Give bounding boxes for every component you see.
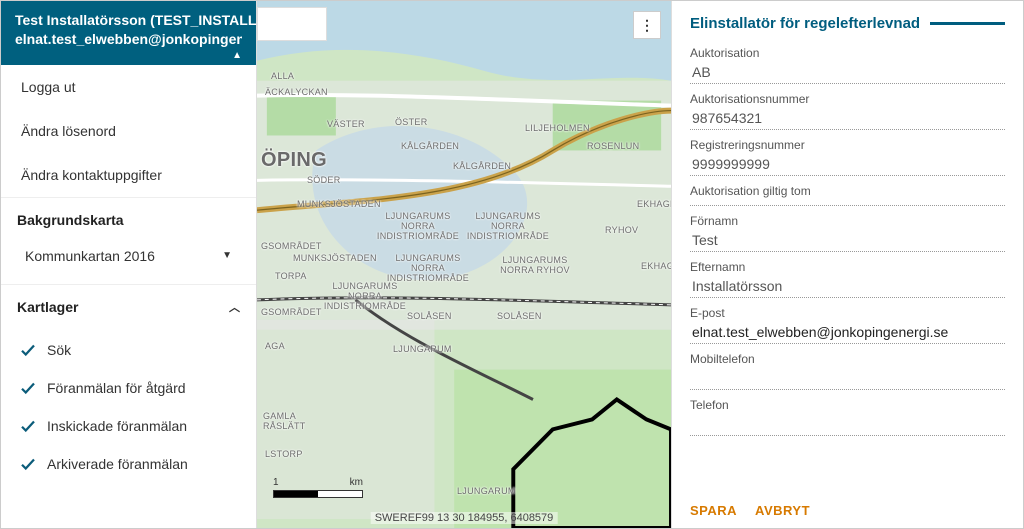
scalebar-bar <box>273 490 363 498</box>
layer-item-foranmalan-atgard[interactable]: Föranmälan för åtgärd <box>11 369 252 407</box>
map-layer-box[interactable] <box>257 7 327 41</box>
check-icon <box>19 417 37 435</box>
divider <box>690 83 1005 84</box>
map-svg <box>257 1 671 528</box>
sidebar-user-header[interactable]: Test Installatörsson (TEST_INSTALLER) el… <box>1 1 256 65</box>
field-auth: Auktorisation AB <box>690 46 1005 84</box>
save-button[interactable]: SPARA <box>690 503 737 518</box>
check-icon <box>19 341 37 359</box>
field-firstname: Förnamn Test <box>690 214 1005 252</box>
basemap-dropdown[interactable]: Kommunkartan 2016 ▼ <box>17 238 240 274</box>
map-coordinates: SWEREF99 13 30 184955, 6408579 <box>371 512 558 524</box>
divider <box>690 205 1005 206</box>
layers-title-label: Kartlager <box>17 299 78 315</box>
label-firstname: Förnamn <box>690 214 1005 228</box>
layer-label: Arkiverade föranmälan <box>47 456 188 472</box>
chevron-up-icon: ︿ <box>229 299 240 315</box>
app-root: Test Installatörsson (TEST_INSTALLER) el… <box>0 0 1024 529</box>
check-icon <box>19 455 37 473</box>
label-lastname: Efternamn <box>690 260 1005 274</box>
field-valid: Auktorisation giltig tom <box>690 184 1005 206</box>
account-menu: Logga ut Ändra lösenord Ändra kontaktupp… <box>1 65 256 198</box>
layer-list: Sök Föranmälan för åtgärd Inskickade för… <box>1 325 256 483</box>
panel-title-line <box>930 22 1005 25</box>
divider <box>690 389 1005 390</box>
chevron-down-icon: ▼ <box>222 250 232 261</box>
value-regnum: 9999999999 <box>690 153 1005 175</box>
layers-section-title[interactable]: Kartlager ︿ <box>1 285 256 325</box>
layer-label: Föranmälan för åtgärd <box>47 380 186 396</box>
basemap-section-title: Bakgrundskarta <box>1 198 256 238</box>
label-valid: Auktorisation giltig tom <box>690 184 1005 198</box>
label-mobile: Mobiltelefon <box>690 352 1005 366</box>
layer-item-arkiverade[interactable]: Arkiverade föranmälan <box>11 445 252 483</box>
value-auth: AB <box>690 61 1005 83</box>
field-authnum: Auktorisationsnummer 987654321 <box>690 92 1005 130</box>
label-email: E-post <box>690 306 1005 320</box>
value-firstname: Test <box>690 229 1005 251</box>
divider <box>690 129 1005 130</box>
details-panel: Elinstallatör för regelefterlevnad Aukto… <box>671 1 1023 528</box>
field-phone[interactable]: Telefon <box>690 398 1005 436</box>
label-authnum: Auktorisationsnummer <box>690 92 1005 106</box>
cancel-button[interactable]: AVBRYT <box>755 503 810 518</box>
scale-value: 1 <box>273 477 279 488</box>
basemap-title-label: Bakgrundskarta <box>17 212 124 228</box>
field-mobile[interactable]: Mobiltelefon <box>690 352 1005 390</box>
menu-change-password[interactable]: Ändra lösenord <box>1 109 256 153</box>
field-regnum: Registreringsnummer 9999999999 <box>690 138 1005 176</box>
basemap-selected: Kommunkartan 2016 <box>25 248 155 264</box>
field-email[interactable]: E-post <box>690 306 1005 344</box>
layer-item-search[interactable]: Sök <box>11 331 252 369</box>
field-lastname: Efternamn Installatörsson <box>690 260 1005 298</box>
panel-title-row: Elinstallatör för regelefterlevnad <box>690 15 1005 32</box>
panel-title: Elinstallatör för regelefterlevnad <box>690 15 920 32</box>
divider <box>690 297 1005 298</box>
map-canvas[interactable]: ⋮ ÖPING ALLA ÄCKALYCKAN VÄSTER ÖSTER KÅL… <box>257 1 671 528</box>
scale-unit: km <box>350 477 363 488</box>
divider <box>690 251 1005 252</box>
divider <box>690 435 1005 436</box>
layer-label: Sök <box>47 342 71 358</box>
menu-logout[interactable]: Logga ut <box>1 65 256 109</box>
value-authnum: 987654321 <box>690 107 1005 129</box>
layer-label: Inskickade föranmälan <box>47 418 187 434</box>
kebab-icon: ⋮ <box>640 17 654 34</box>
chevron-up-icon: ▲ <box>232 49 242 63</box>
sidebar: Test Installatörsson (TEST_INSTALLER) el… <box>1 1 257 528</box>
input-email[interactable] <box>690 321 1005 343</box>
user-email: elnat.test_elwebben@jonkopingenergi <box>15 30 242 49</box>
input-mobile[interactable] <box>690 367 1005 389</box>
label-regnum: Registreringsnummer <box>690 138 1005 152</box>
divider <box>690 343 1005 344</box>
divider <box>690 175 1005 176</box>
label-auth: Auktorisation <box>690 46 1005 60</box>
label-phone: Telefon <box>690 398 1005 412</box>
value-lastname: Installatörsson <box>690 275 1005 297</box>
layer-item-inskickade[interactable]: Inskickade föranmälan <box>11 407 252 445</box>
panel-actions: SPARA AVBRYT <box>690 489 1005 518</box>
user-name: Test Installatörsson (TEST_INSTALLER) <box>15 11 242 30</box>
input-phone[interactable] <box>690 413 1005 435</box>
menu-change-contact[interactable]: Ändra kontaktuppgifter <box>1 153 256 197</box>
check-icon <box>19 379 37 397</box>
map-menu-button[interactable]: ⋮ <box>633 11 661 39</box>
map-scalebar: 1 km <box>273 477 363 498</box>
